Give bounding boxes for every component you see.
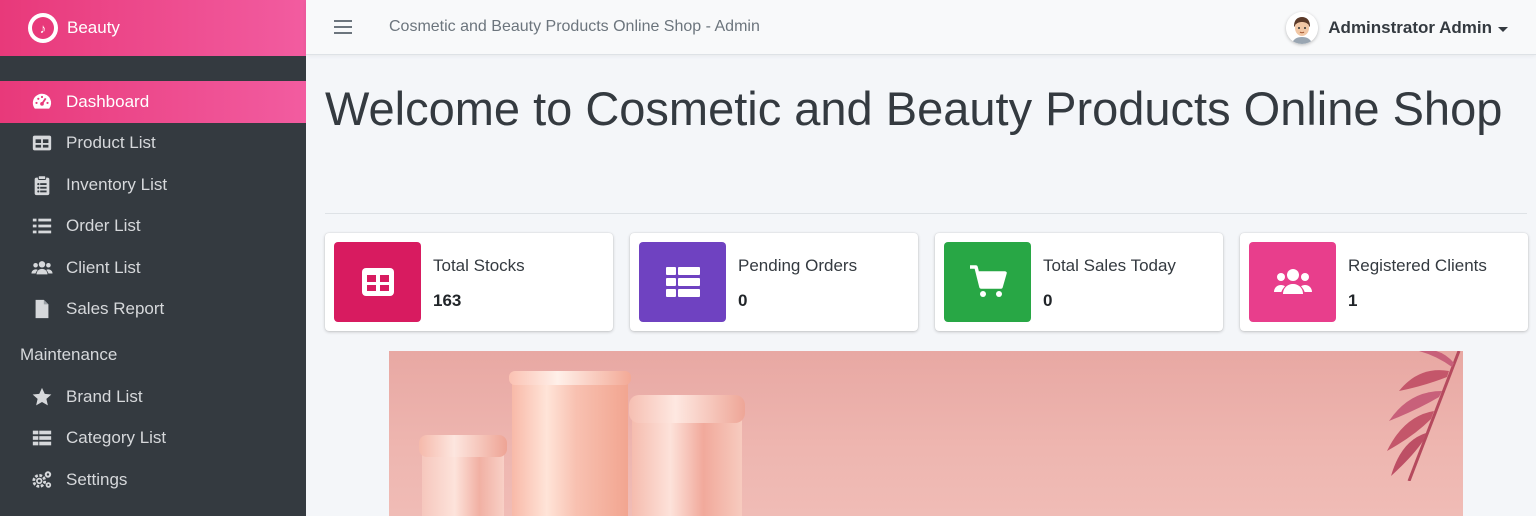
bottle-cap-shape bbox=[419, 435, 507, 457]
app-title: Cosmetic and Beauty Products Online Shop… bbox=[389, 18, 760, 35]
sidebar-item-client-list[interactable]: Client List bbox=[0, 247, 306, 289]
info-box-label: Total Sales Today bbox=[1043, 256, 1176, 275]
sidebar-item-label: Inventory List bbox=[66, 174, 168, 194]
page-title: Welcome to Cosmetic and Beauty Products … bbox=[325, 82, 1503, 135]
cogs-icon bbox=[30, 468, 54, 492]
sidebar-nav: Dashboard Product List Inventory List Or… bbox=[0, 81, 306, 501]
chevron-down-icon bbox=[1498, 26, 1508, 32]
table-icon bbox=[334, 242, 421, 322]
users-icon bbox=[30, 256, 54, 280]
file-icon bbox=[30, 297, 54, 321]
divider bbox=[325, 213, 1527, 214]
table-icon bbox=[30, 131, 54, 155]
user-name: Adminstrator Admin bbox=[1328, 18, 1492, 37]
sidebar-item-category-list[interactable]: Category List bbox=[0, 418, 306, 460]
sidebar-item-brand-list[interactable]: Brand List bbox=[0, 376, 306, 418]
user-menu[interactable]: Adminstrator Admin bbox=[1286, 12, 1508, 44]
info-box-value: 1 bbox=[1348, 291, 1358, 310]
info-box-registered-clients: Registered Clients 1 bbox=[1240, 233, 1528, 331]
dashboard-icon bbox=[30, 90, 54, 114]
info-box-value: 0 bbox=[1043, 291, 1053, 310]
brand-name: Beauty bbox=[67, 18, 120, 37]
sidebar-item-dashboard[interactable]: Dashboard bbox=[0, 81, 306, 123]
clipboard-icon bbox=[30, 173, 54, 197]
tube-shape bbox=[512, 373, 628, 516]
sidebar: ♪ Beauty Dashboard Product List Inventor… bbox=[0, 0, 306, 516]
sidebar-item-label: Category List bbox=[66, 428, 167, 448]
avatar bbox=[1286, 12, 1319, 44]
info-box-value: 0 bbox=[738, 291, 748, 310]
info-box-label: Registered Clients bbox=[1348, 256, 1487, 275]
th-list-icon bbox=[30, 426, 54, 450]
sidebar-item-label: Product List bbox=[66, 133, 156, 153]
brand-logo-icon: ♪ bbox=[28, 13, 58, 43]
sidebar-item-label: Client List bbox=[66, 257, 141, 277]
sidebar-item-label: Brand List bbox=[66, 386, 143, 406]
leaf-branch-icon bbox=[1387, 351, 1461, 481]
tube-cap-shape bbox=[509, 371, 631, 385]
sidebar-item-inventory-list[interactable]: Inventory List bbox=[0, 164, 306, 206]
info-box-value: 163 bbox=[433, 291, 462, 310]
banner-image bbox=[389, 351, 1463, 516]
brand-link[interactable]: ♪ Beauty bbox=[0, 0, 306, 56]
sidebar-item-settings[interactable]: Settings bbox=[0, 459, 306, 501]
users-icon bbox=[1249, 242, 1336, 322]
sidebar-header-maintenance: Maintenance bbox=[20, 345, 118, 364]
sidebar-item-order-list[interactable]: Order List bbox=[0, 206, 306, 248]
info-box-label: Pending Orders bbox=[738, 256, 858, 275]
sidebar-item-label: Order List bbox=[66, 216, 141, 236]
info-box-label: Total Stocks bbox=[433, 256, 525, 275]
cart-icon bbox=[944, 242, 1031, 322]
sidebar-item-label: Sales Report bbox=[66, 299, 165, 319]
sidebar-item-label: Dashboard bbox=[66, 91, 150, 111]
info-box-total-sales-today: Total Sales Today 0 bbox=[935, 233, 1223, 331]
menu-toggle-icon[interactable] bbox=[334, 16, 352, 36]
info-box-total-stocks: Total Stocks 163 bbox=[325, 233, 613, 331]
jar-cap-shape bbox=[629, 395, 745, 423]
sidebar-item-sales-report[interactable]: Sales Report bbox=[0, 289, 306, 331]
info-box-pending-orders: Pending Orders 0 bbox=[630, 233, 918, 331]
list-icon bbox=[30, 214, 54, 238]
top-navbar: Cosmetic and Beauty Products Online Shop… bbox=[306, 0, 1536, 55]
sidebar-item-label: Settings bbox=[66, 469, 128, 489]
star-icon bbox=[30, 385, 54, 409]
th-list-icon bbox=[639, 242, 726, 322]
sidebar-item-product-list[interactable]: Product List bbox=[0, 123, 306, 165]
